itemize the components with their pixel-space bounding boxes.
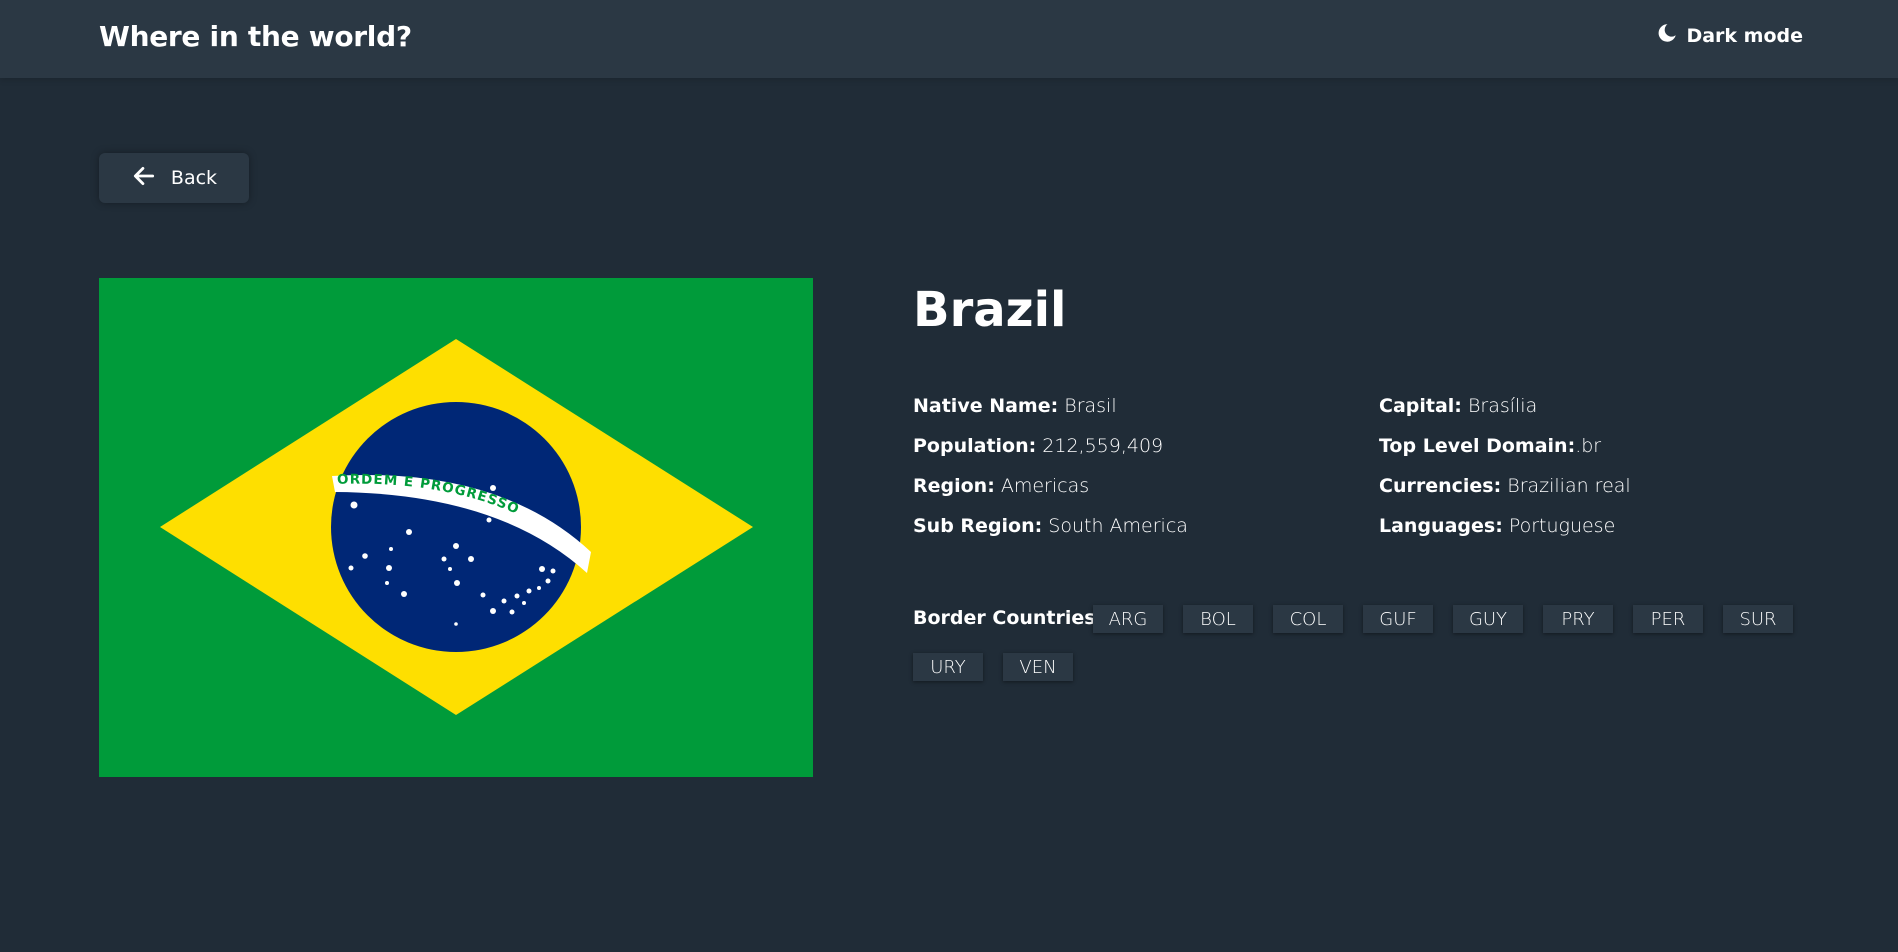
dark-mode-label: Dark mode [1686, 24, 1803, 47]
back-button[interactable]: Back [99, 153, 249, 203]
border-country-button[interactable]: URY [913, 653, 983, 681]
border-country-button[interactable]: GUY [1453, 605, 1523, 633]
detail-top-level-domain: Top Level Domain:.br [1379, 433, 1631, 473]
detail-languages: Languages: Portuguese [1379, 513, 1631, 553]
detail-label: Capital: [1379, 395, 1462, 417]
detail-region: Region: Americas [913, 473, 1188, 513]
detail-label: Languages: [1379, 515, 1503, 537]
border-country-button[interactable]: BOL [1183, 605, 1253, 633]
back-button-label: Back [170, 167, 218, 189]
country-flag: ORDEM E PROGRESSO [99, 278, 813, 777]
detail-label: Population: [913, 435, 1037, 457]
border-country-button[interactable]: GUF [1363, 605, 1433, 633]
border-country-button[interactable]: COL [1273, 605, 1343, 633]
detail-value: Portuguese [1508, 515, 1616, 537]
detail-label: Native Name: [913, 395, 1059, 417]
detail-value: 212,559,409 [1042, 435, 1164, 457]
detail-value: .br [1575, 435, 1602, 457]
detail-label: Top Level Domain: [1379, 435, 1576, 457]
detail-label: Sub Region: [913, 515, 1043, 537]
border-country-button[interactable]: PER [1633, 605, 1703, 633]
detail-value: South America [1048, 515, 1188, 537]
detail-currencies: Currencies: Brazilian real [1379, 473, 1631, 513]
arrow-left-icon [131, 163, 157, 194]
detail-label: Currencies: [1379, 475, 1502, 497]
detail-native-name: Native Name: Brasil [913, 393, 1188, 433]
border-country-button[interactable]: ARG [1093, 605, 1163, 633]
top-bar: Where in the world? Dark mode [0, 0, 1898, 78]
detail-capital: Capital: Brasília [1379, 393, 1631, 433]
detail-label: Region: [913, 475, 995, 497]
detail-value: Brasil [1064, 395, 1117, 417]
border-country-button[interactable]: VEN [1003, 653, 1073, 681]
border-country-button[interactable]: PRY [1543, 605, 1613, 633]
dark-mode-toggle[interactable]: Dark mode [1656, 22, 1803, 49]
detail-population: Population: 212,559,409 [913, 433, 1188, 473]
detail-sub-region: Sub Region: South America [913, 513, 1188, 553]
country-name: Brazil [913, 282, 1067, 338]
detail-value: Americas [1000, 475, 1090, 497]
country-details-secondary: Capital: Brasília Top Level Domain:.br C… [1379, 393, 1631, 553]
moon-icon [1656, 22, 1678, 49]
detail-value: Brasília [1467, 395, 1538, 417]
border-countries-label: Border Countries: [913, 607, 1104, 629]
app-title: Where in the world? [99, 20, 412, 53]
detail-value: Brazilian real [1507, 475, 1631, 497]
border-country-button[interactable]: SUR [1723, 605, 1793, 633]
country-details-primary: Native Name: Brasil Population: 212,559,… [913, 393, 1188, 553]
